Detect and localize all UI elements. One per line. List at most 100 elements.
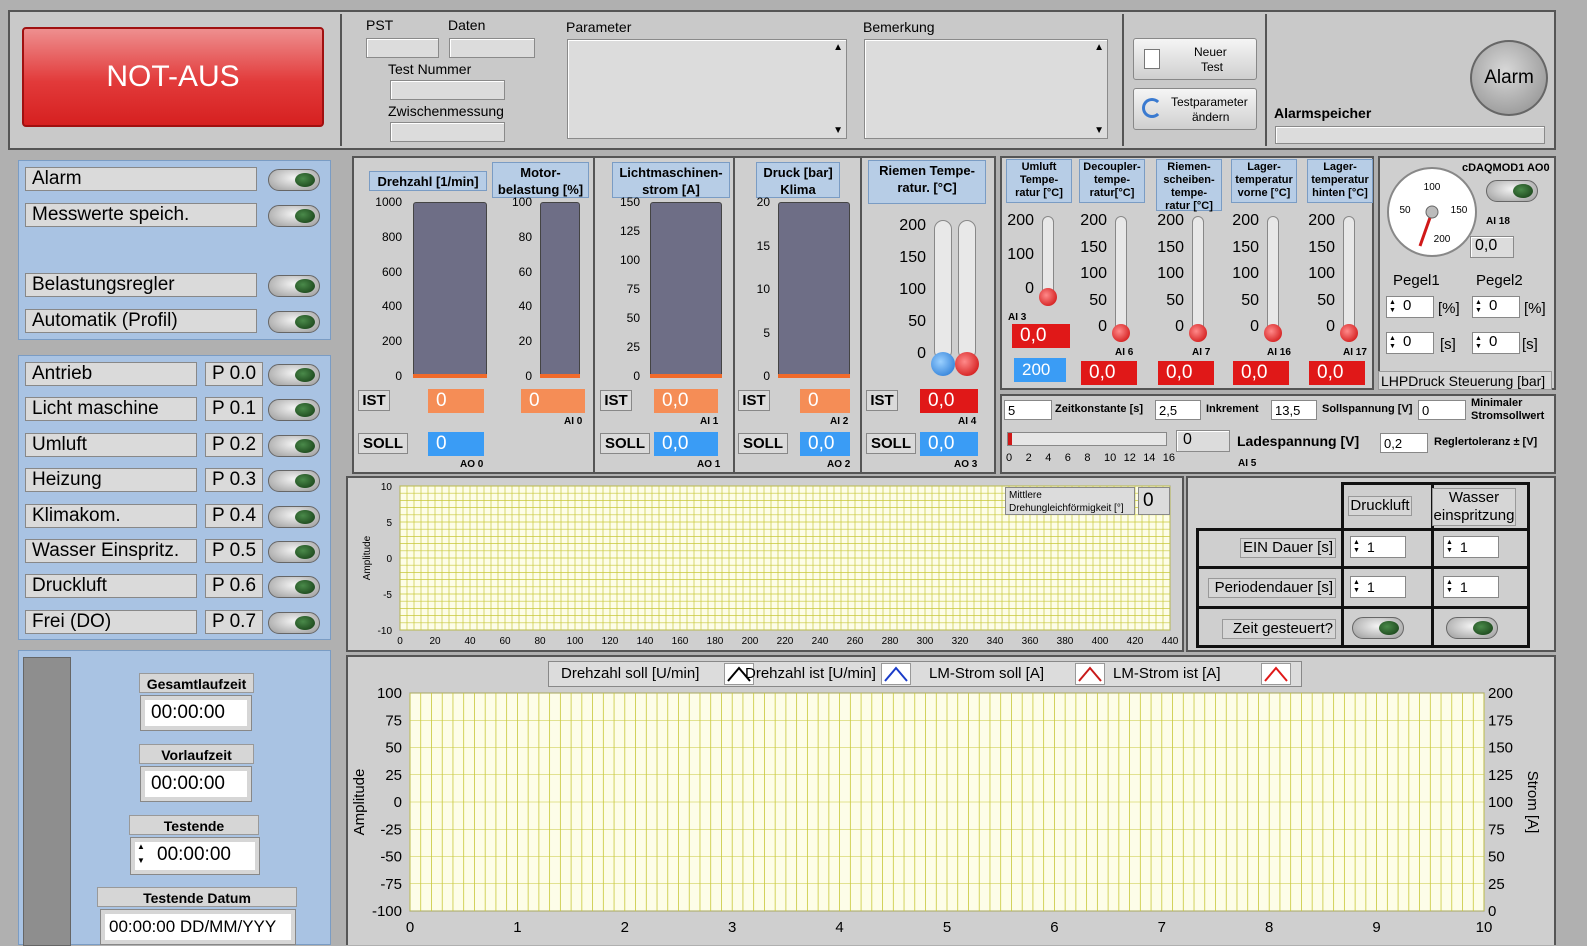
druckluft-ein-value[interactable]: 1 — [1367, 539, 1375, 555]
channel-tag: AI 7 — [1192, 347, 1211, 358]
tick-label: 100 — [511, 195, 532, 209]
wasser-periode-stepper[interactable]: 1 ▲ ▼ — [1443, 576, 1499, 598]
scroll-down-icon[interactable]: ▼ — [833, 125, 843, 136]
tick-label: 200 — [381, 334, 402, 349]
daten-field[interactable] — [449, 38, 535, 58]
legend-swatch[interactable] — [1075, 663, 1105, 685]
cdaq-toggle[interactable] — [1486, 180, 1538, 202]
output-toggle[interactable] — [268, 505, 320, 528]
output-toggle[interactable] — [268, 541, 320, 563]
scroll-up-icon[interactable]: ▲ — [833, 42, 843, 53]
tick-label: 800 — [381, 229, 402, 244]
tick-label: 200 — [1308, 212, 1335, 229]
tick-label: 125 — [619, 224, 640, 238]
sollspannung-field[interactable]: 13,5 — [1271, 400, 1317, 420]
zwischenmessung-field[interactable] — [390, 122, 505, 142]
belastungsregler-toggle[interactable] — [268, 275, 320, 297]
testende-stepper[interactable]: ▲ ▼ 00:00:00 — [130, 837, 260, 875]
sidebar-item-code: P 0.6 — [205, 574, 263, 599]
spin-icon[interactable]: ▲ ▼ — [1446, 539, 1453, 555]
legend-entry: Drehzahl ist [U/min] — [745, 665, 876, 682]
reglertoleranz-field[interactable]: 0,2 — [1380, 433, 1428, 453]
neuer-test-button[interactable]: Neuer Test — [1133, 38, 1257, 80]
channel-tag: AI 16 — [1267, 347, 1291, 358]
pegel2-pct-value[interactable]: 0 — [1489, 297, 1497, 314]
alarm-toggle[interactable] — [268, 169, 320, 191]
tick-label: 200 — [1007, 212, 1034, 229]
spin-icon[interactable]: ▲ ▼ — [1353, 579, 1360, 595]
legend-swatch[interactable] — [1261, 663, 1291, 685]
pegel2-pct-stepper[interactable]: 0 ▲ ▼ — [1472, 296, 1520, 318]
druckluft-periode-value[interactable]: 1 — [1367, 579, 1375, 595]
output-toggle[interactable] — [268, 576, 320, 599]
pegel1-pct-stepper[interactable]: 0 ▲ ▼ — [1386, 296, 1434, 318]
chart1-legend-value: 0 — [1138, 487, 1170, 515]
ladespannung-slider[interactable] — [1007, 432, 1167, 446]
wasser-ein-stepper[interactable]: 1 ▲ ▼ — [1443, 536, 1499, 558]
sidebar-item-label: Antrieb — [25, 362, 197, 386]
pst-field[interactable] — [366, 38, 439, 58]
spin-icon[interactable]: ▲ ▼ — [1353, 539, 1360, 555]
spin-icon[interactable]: ▲ ▼ — [1475, 335, 1482, 351]
alarmspeicher-field[interactable] — [1275, 126, 1545, 144]
testparameter-button[interactable]: Testparameter ändern — [1133, 88, 1257, 130]
wasser-zeit-toggle[interactable] — [1446, 617, 1498, 639]
licht-tank — [650, 202, 722, 378]
druckluft-ein-stepper[interactable]: 1 ▲ ▼ — [1350, 536, 1406, 558]
output-toggle[interactable] — [268, 364, 320, 386]
druckluft-periode-stepper[interactable]: 1 ▲ ▼ — [1350, 576, 1406, 598]
testende-value[interactable]: 00:00:00 — [157, 844, 231, 866]
spin-icon[interactable]: ▲ ▼ — [1446, 579, 1453, 595]
messwerte-toggle[interactable] — [268, 205, 320, 227]
spin-icon[interactable]: ▲ ▼ — [1389, 299, 1396, 315]
y2-tick: 150 — [1488, 740, 1513, 757]
temp-title: Umluft Tempe-ratur [°C] — [1006, 159, 1072, 203]
scroll-down-icon[interactable]: ▼ — [1094, 125, 1104, 136]
x-tick: 40 — [464, 636, 476, 647]
decrement-icon[interactable]: ▼ — [137, 856, 145, 865]
parameter-label: Parameter — [566, 19, 632, 35]
temp-value: 0,0 — [1309, 361, 1365, 385]
wasser-ein-value[interactable]: 1 — [1460, 539, 1468, 555]
alarmspeicher-label: Alarmspeicher — [1274, 105, 1372, 121]
legend-swatch[interactable] — [881, 663, 911, 685]
dial-mark: 50 — [1399, 205, 1411, 216]
scroll-up-icon[interactable]: ▲ — [1094, 42, 1104, 53]
testende-datum-value[interactable]: 00:00:00 DD/MM/YYY — [100, 909, 296, 945]
pegel1-pct-value[interactable]: 0 — [1403, 297, 1411, 314]
increment-icon[interactable]: ▲ — [137, 842, 145, 851]
minimaler-label: Minimaler Stromsollwert — [1471, 397, 1545, 422]
licht-soll: 0,0 — [654, 432, 718, 456]
spin-icon[interactable]: ▲ ▼ — [1389, 335, 1396, 351]
bemerkung-textarea[interactable]: ▲ ▼ — [864, 39, 1108, 139]
pegel2-s-value[interactable]: 0 — [1489, 333, 1497, 350]
zeitkonstante-field[interactable]: 5 — [1004, 400, 1052, 420]
spin-icon[interactable]: ▲ ▼ — [1475, 299, 1482, 315]
inkrement-field[interactable]: 2,5 — [1155, 400, 1201, 420]
wasser-periode-value[interactable]: 1 — [1460, 579, 1468, 595]
temp-value: 0,0 — [1233, 361, 1289, 385]
output-toggle[interactable] — [268, 434, 320, 457]
output-toggle[interactable] — [268, 611, 320, 634]
motor-ist: 0 — [521, 389, 585, 413]
divider — [1265, 14, 1267, 146]
minimaler-field[interactable]: 0 — [1418, 400, 1466, 420]
output-toggle[interactable] — [268, 470, 320, 493]
pegel2-s-stepper[interactable]: 0 ▲ ▼ — [1472, 332, 1520, 354]
automatik-toggle[interactable] — [268, 311, 320, 333]
output-toggle[interactable] — [268, 399, 320, 422]
pegel1-s-stepper[interactable]: 0 ▲ ▼ — [1386, 332, 1434, 354]
test-nummer-field[interactable] — [390, 80, 505, 100]
tick-label: 0 — [763, 369, 770, 383]
tick-label: 150 — [1157, 238, 1184, 256]
not-aus-button[interactable]: NOT-AUS — [22, 27, 324, 127]
drehzahl-soll: 0 — [428, 432, 484, 456]
pegel1-s-value[interactable]: 0 — [1403, 333, 1411, 350]
druckluft-zeit-toggle[interactable] — [1352, 617, 1404, 639]
sidebar-item-label: Heizung — [25, 468, 197, 493]
temp-title: Decoupler-tempe-ratur[°C] — [1079, 159, 1145, 203]
x-tick: 200 — [742, 636, 759, 647]
row-zeit-gesteuert: Zeit gesteuert? — [1222, 619, 1336, 639]
ai5-tag: AI 5 — [1238, 458, 1257, 469]
parameter-textarea[interactable]: ▲ ▼ — [567, 39, 847, 139]
